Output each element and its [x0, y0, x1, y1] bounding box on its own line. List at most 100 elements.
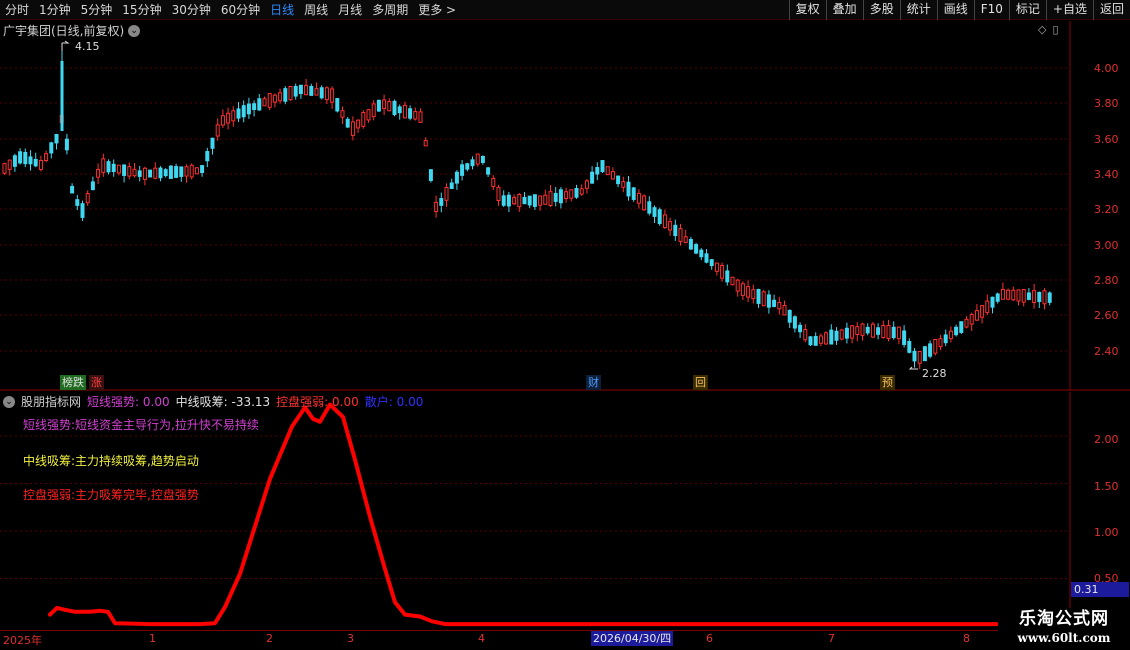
candle-body: [813, 336, 818, 346]
candle-body: [319, 87, 324, 99]
tab-period[interactable]: 多周期: [367, 0, 413, 20]
indicator-name: 股朋指标网: [21, 395, 82, 409]
price-tick: 2.80: [1094, 274, 1119, 287]
indicator-value-sanhu: 散户: 0.00: [364, 395, 424, 409]
candle-body: [995, 293, 1000, 302]
candle-body: [642, 195, 647, 211]
candle-body: [980, 305, 985, 318]
candle-body: [1021, 288, 1026, 303]
diamond-icon[interactable]: ◇: [1038, 23, 1046, 36]
candle-body: [428, 169, 433, 181]
watermark-title: 乐淘公式网: [1019, 609, 1109, 629]
indicator-tick: 1.50: [1094, 480, 1119, 493]
candle-body: [527, 195, 532, 206]
candle-body: [902, 330, 907, 345]
candle-body: [460, 164, 465, 176]
add-watchlist-button[interactable]: +自选: [1045, 0, 1093, 20]
candle-body: [605, 166, 610, 176]
candle-body: [891, 326, 896, 339]
candle-body: [584, 180, 589, 189]
tab-period[interactable]: 分时: [0, 0, 34, 20]
candle-body: [418, 111, 423, 123]
candle-body: [1011, 289, 1016, 301]
candle-body: [938, 338, 943, 348]
tab-period[interactable]: 60分钟: [216, 0, 265, 20]
candle-body: [330, 88, 335, 103]
tab-period[interactable]: 30分钟: [167, 0, 216, 20]
multi-stock-button[interactable]: 多股: [862, 0, 900, 20]
candle-body: [876, 327, 881, 335]
candle-body: [740, 283, 745, 296]
tab-period[interactable]: 5分钟: [76, 0, 118, 20]
candle-body: [80, 203, 85, 218]
draw-line-button[interactable]: 画线: [936, 0, 974, 20]
candle-body: [70, 185, 75, 194]
candle-body: [382, 99, 387, 110]
tab-period-active[interactable]: 日线: [265, 0, 299, 20]
event-badge-yu[interactable]: 预: [880, 375, 895, 390]
candle-body: [278, 92, 283, 102]
candle-body: [532, 194, 537, 207]
overlay-button[interactable]: 叠加: [825, 0, 863, 20]
price-tick: 2.40: [1094, 345, 1119, 358]
action-buttons: 复权 叠加 多股 统计 画线 F10 标记 +自选 返回: [788, 0, 1130, 20]
stats-button[interactable]: 统计: [899, 0, 937, 20]
candle-body: [538, 195, 543, 206]
chart-title: 广宇集团(日线,前复权) ⌄: [3, 22, 141, 39]
candle-body: [839, 329, 844, 340]
price-chart[interactable]: [0, 21, 1130, 391]
candle-body: [345, 118, 350, 128]
current-value-badge: 0.31: [1071, 582, 1129, 597]
event-badge-zhang[interactable]: 涨: [89, 375, 104, 390]
tab-period[interactable]: 15分钟: [117, 0, 166, 20]
candle-body: [246, 103, 251, 115]
candle-body: [335, 98, 340, 112]
event-badge-bang[interactable]: 榜跌: [60, 375, 86, 390]
indicator-header: ⌄ 股朋指标网 短线强势: 0.00 中线吸筹: -33.13 控盘强弱: 0.…: [3, 393, 423, 410]
date-label: 2: [266, 632, 273, 645]
candle-body: [194, 167, 199, 175]
candle-body: [454, 171, 459, 184]
candle-body: [969, 314, 974, 325]
tab-period[interactable]: 1分钟: [34, 0, 76, 20]
candle-body: [543, 194, 548, 205]
candle-body: [621, 181, 626, 188]
candle-body: [943, 334, 948, 344]
chevron-down-icon[interactable]: ⌄: [3, 395, 15, 408]
f10-button[interactable]: F10: [973, 0, 1009, 20]
candle-body: [512, 196, 517, 205]
candle-body: [366, 109, 371, 121]
candle-body: [486, 167, 491, 175]
cursor-date-label: 2026/04/30/四: [591, 631, 674, 646]
candle-body: [844, 327, 849, 339]
high-price-label: 4.15: [75, 40, 100, 53]
candle-body: [990, 296, 995, 308]
candle-body: [553, 192, 558, 202]
candle-body: [829, 329, 834, 345]
watermark-url: www.60lt.com: [1017, 631, 1111, 645]
tab-period[interactable]: 周线: [299, 0, 333, 20]
candle-body: [413, 111, 418, 120]
candle-body: [148, 169, 153, 178]
candle-body: [798, 324, 803, 333]
indicator-value-kongpan: 控盘强弱: 0.00: [276, 395, 359, 409]
chevron-down-icon[interactable]: ⌄: [128, 24, 141, 37]
candle-body: [756, 288, 761, 304]
tab-period[interactable]: 月线: [333, 0, 367, 20]
candle-body: [714, 262, 719, 272]
event-badge-hui[interactable]: 回: [693, 375, 708, 390]
back-button[interactable]: 返回: [1092, 0, 1130, 20]
candle-body: [1047, 292, 1052, 303]
candle-body: [480, 155, 485, 163]
candle-body: [558, 189, 563, 204]
event-badge-cai[interactable]: 财: [586, 375, 601, 390]
window-icon[interactable]: ▯: [1052, 23, 1058, 36]
mark-button[interactable]: 标记: [1008, 0, 1046, 20]
candle-body: [917, 350, 922, 364]
candle-body: [683, 236, 688, 243]
tab-more[interactable]: 更多 >: [413, 0, 461, 20]
fuquan-button[interactable]: 复权: [788, 0, 826, 20]
candle-body: [132, 168, 137, 177]
candle-body: [210, 137, 215, 149]
candle-body: [376, 99, 381, 112]
